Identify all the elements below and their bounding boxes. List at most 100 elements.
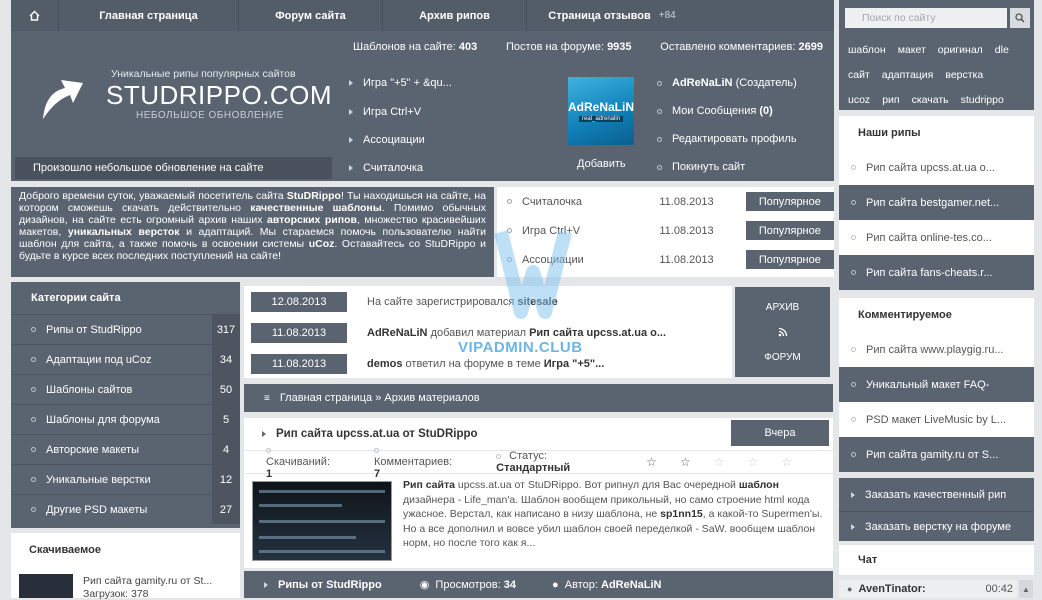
order-rip-link[interactable]: Заказать качественный рип — [839, 478, 1034, 511]
category-count: 12 — [212, 465, 240, 494]
popular-badge[interactable]: Популярное — [745, 250, 834, 269]
category-item[interactable]: Другие PSD макеты 27 — [11, 494, 240, 524]
arrow-icon — [349, 108, 353, 115]
category-item[interactable]: Адаптации под uCoz 34 — [11, 344, 240, 374]
header-link[interactable]: Игра Ctrl+V — [349, 97, 549, 125]
tag-link[interactable]: шаблон — [848, 44, 886, 56]
rating-stars[interactable]: ☆ ☆ ☆ ☆ ☆ — [646, 455, 815, 469]
category-item[interactable]: Уникальные верстки 12 — [11, 464, 240, 494]
commented-label: Рип сайта www.playgig.ru... — [866, 343, 1004, 356]
activity-user: demos — [367, 357, 403, 370]
search-icon[interactable] — [1010, 8, 1030, 28]
download-item[interactable]: Рип сайта gamity.ru от St... Загрузок: 3… — [11, 566, 240, 600]
commented-item[interactable]: PSD макет LiveMusic by L... — [839, 402, 1034, 437]
tag-link[interactable]: верстка — [945, 69, 983, 81]
order-layout-label: Заказать верстку на форуме — [865, 520, 1012, 533]
commented-label: Рип сайта gamity.ru от S... — [866, 448, 999, 461]
avatar[interactable]: AdReNaLiN real_adrenalin — [568, 77, 634, 145]
nav-home[interactable]: Главная страница — [59, 0, 239, 31]
category-item[interactable]: Шаблоны для форума 5 — [11, 404, 240, 434]
tag-link[interactable]: скачать — [912, 94, 949, 106]
star-icon[interactable]: ☆ — [646, 455, 658, 469]
search-input[interactable]: Поиск по сайту — [845, 8, 1007, 28]
category-count: 5 — [212, 405, 240, 434]
tag-link[interactable]: сайт — [848, 69, 870, 81]
nav-forum[interactable]: Форум сайта — [239, 0, 383, 31]
commented-item[interactable]: Уникальный макет FAQ- — [839, 367, 1034, 402]
category-item[interactable]: Рипы от StudRippo 317 — [11, 314, 240, 344]
author-value[interactable]: AdReNaLiN — [601, 579, 662, 591]
category-label: Авторские макеты — [46, 443, 140, 456]
header-link[interactable]: Считалочка — [349, 153, 549, 181]
activity-user: AdReNaLiN — [367, 326, 428, 339]
post-body-bold: шаблон — [738, 479, 779, 491]
tag-link[interactable]: макет — [898, 44, 926, 56]
bullet-icon — [851, 200, 856, 205]
activity-feed: 12.08.2013 На сайте зарегистрировался sit… — [244, 286, 732, 378]
breadcrumb: ≡ Главная страница » Архив материалов — [244, 384, 833, 412]
category-item[interactable]: Шаблоны сайтов 50 — [11, 374, 240, 404]
avatar-text: AdReNaLiN — [568, 100, 635, 114]
eye-icon: ◉ — [419, 579, 430, 591]
popular-badge[interactable]: Популярное — [745, 192, 834, 211]
welcome-highlight: uCoz — [308, 238, 335, 250]
post-title[interactable]: Рип сайта upcss.at.ua от StuDRippo — [262, 428, 478, 440]
home-icon[interactable] — [11, 0, 59, 31]
nav-archive[interactable]: Архив рипов — [383, 0, 527, 31]
bullet-icon — [851, 417, 856, 422]
chat-user[interactable]: AvenTinator: — [858, 583, 985, 595]
logout-link[interactable]: Покинуть сайт — [657, 153, 827, 181]
category-count: 317 — [212, 315, 240, 344]
order-layout-link[interactable]: Заказать верстку на форуме — [839, 511, 1034, 541]
breadcrumb-text[interactable]: Главная страница » Архив материалов — [280, 392, 480, 404]
category-label: Шаблоны сайтов — [46, 383, 133, 396]
messages-link[interactable]: Мои Сообщения (0) — [657, 97, 827, 125]
our-rip-item[interactable]: Рип сайта online-tes.co... — [839, 220, 1034, 255]
bullet-icon — [851, 452, 856, 457]
site-logo[interactable]: Уникальные рипы популярных сайтов STUDRI… — [15, 67, 341, 157]
edit-profile-link[interactable]: Редактировать профиль — [657, 125, 827, 153]
bullet-icon — [31, 357, 36, 362]
tag-link[interactable]: адаптация — [882, 69, 934, 81]
welcome-highlight: уникальных версток — [67, 226, 180, 238]
tag-link[interactable]: studrippo — [961, 94, 1004, 106]
chat-scroll-up-icon[interactable]: ▲ — [1019, 580, 1033, 598]
star-icon[interactable]: ☆ — [714, 455, 726, 469]
commented-item[interactable]: Рип сайта gamity.ru от S... — [839, 437, 1034, 472]
forum-label: ФОРУМ — [764, 351, 801, 363]
our-rip-label: Рип сайта online-tes.co... — [866, 231, 992, 244]
category-label: Шаблоны для форума — [46, 413, 160, 426]
logo-tagline: Уникальные рипы популярных сайтов — [111, 68, 296, 80]
popular-badge[interactable]: Популярное — [745, 221, 834, 240]
download-item-title: Рип сайта gamity.ru от St... — [83, 575, 213, 587]
category-item[interactable]: Авторские макеты 4 — [11, 434, 240, 464]
archive-forum-box[interactable]: АРХИВ ФОРУМ — [735, 287, 830, 377]
our-rip-item[interactable]: Рип сайта upcss.at.ua о... — [839, 150, 1034, 185]
our-rip-item[interactable]: Рип сайта fans-cheats.r... — [839, 255, 1034, 290]
our-rip-item[interactable]: Рип сайта bestgamer.net... — [839, 185, 1034, 220]
bullet-icon — [507, 199, 512, 204]
add-button[interactable]: Добавить — [577, 158, 626, 170]
user-name-link[interactable]: AdReNaLiN (Создатель) — [657, 69, 827, 97]
activity-object: Игра "+5"... — [543, 357, 605, 370]
header-notice[interactable]: Произошло небольшое обновление на сайте — [15, 157, 332, 179]
post-thumbnail[interactable] — [252, 481, 392, 561]
star-icon[interactable]: ☆ — [747, 455, 759, 469]
download-item-count: Загрузок: 378 — [83, 588, 149, 600]
header-link-label: Ассоциации — [363, 133, 425, 146]
rss-icon — [778, 327, 787, 337]
category-count: 34 — [212, 345, 240, 374]
commented-item[interactable]: Рип сайта www.playgig.ru... — [839, 332, 1034, 367]
star-icon[interactable]: ☆ — [781, 455, 793, 469]
tag-link[interactable]: dle — [995, 44, 1009, 56]
header-link[interactable]: Игра "+5" + &qu... — [349, 69, 549, 97]
nav-reviews[interactable]: Страница отзывов +84 — [527, 0, 697, 31]
tag-link[interactable]: рип — [882, 94, 899, 106]
tag-link[interactable]: ucoz — [848, 94, 870, 106]
star-icon[interactable]: ☆ — [680, 455, 692, 469]
post-category[interactable]: Рипы от StudRippo — [264, 579, 382, 591]
header-link[interactable]: Ассоциации — [349, 125, 549, 153]
tag-link[interactable]: оригинал — [938, 44, 983, 56]
arrow-icon — [264, 581, 268, 588]
activity-item[interactable]: 12.08.2013 На сайте зарегистрировался sit… — [244, 286, 732, 317]
